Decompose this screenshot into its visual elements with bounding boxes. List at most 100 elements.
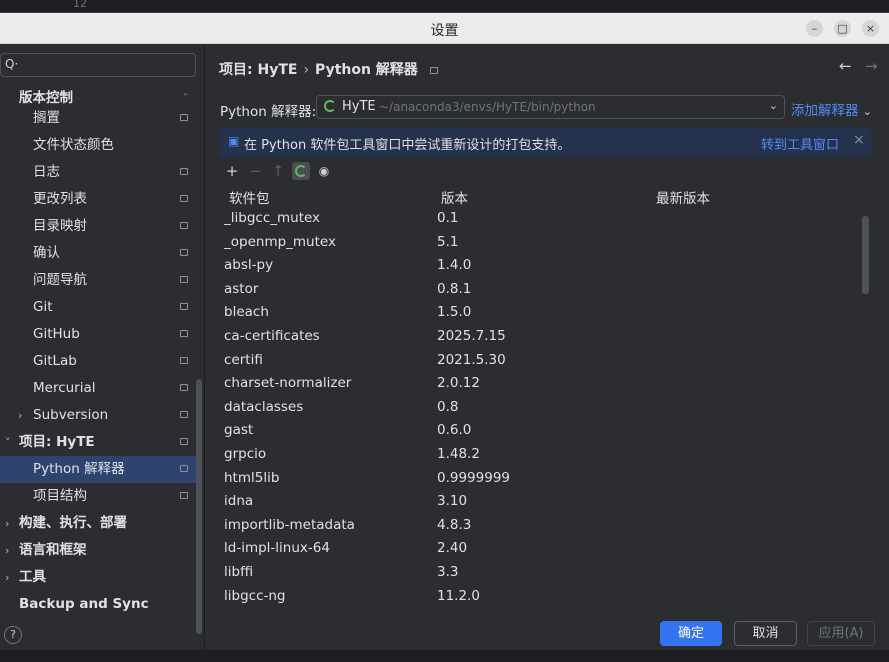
table-row[interactable]: _libgcc_mutex 0.1 xyxy=(219,208,859,232)
banner-text: 在 Python 软件包工具窗口中尝试重新设计的打包支持。 xyxy=(244,138,571,153)
chevron-right-icon: › xyxy=(18,409,23,422)
breadcrumb-separator: › xyxy=(303,62,310,78)
sidebar-item-confirmation[interactable]: 确认 xyxy=(0,240,200,267)
package-version: 5.1 xyxy=(437,233,459,250)
sidebar-item-label: 问题导航 xyxy=(33,272,87,288)
add-package-button[interactable]: + xyxy=(223,162,241,180)
sidebar-item-backup-sync[interactable]: Backup and Sync xyxy=(0,591,200,618)
sidebar-item-label: Subversion xyxy=(33,407,109,423)
sidebar-item-tools[interactable]: › 工具 xyxy=(0,564,200,591)
search-input[interactable] xyxy=(21,56,191,74)
help-button[interactable]: ? xyxy=(4,626,22,644)
interpreter-path: ~/anaconda3/envs/HyTE/bin/python xyxy=(379,100,596,114)
column-header-package[interactable]: 软件包 xyxy=(229,187,270,207)
column-header-version[interactable]: 版本 xyxy=(441,187,468,207)
sidebar-scrollbar[interactable] xyxy=(196,379,202,634)
chevron-right-icon: › xyxy=(5,544,10,557)
package-version: 3.3 xyxy=(437,564,459,580)
upgrade-package-button[interactable]: ↑ xyxy=(269,162,287,180)
pin-icon xyxy=(180,303,188,310)
eye-icon[interactable]: ◉ xyxy=(315,162,333,180)
sidebar-item-label: Backup and Sync xyxy=(19,596,149,612)
interpreter-select[interactable]: HyTE ~/anaconda3/envs/HyTE/bin/python ⌄ xyxy=(316,95,785,119)
package-name: certifi xyxy=(224,351,263,368)
sidebar-item-gitlab[interactable]: GitLab xyxy=(0,348,200,375)
table-row[interactable]: dataclasses 0.8 xyxy=(219,397,859,421)
refresh-button[interactable] xyxy=(292,162,310,180)
package-name: gast xyxy=(224,422,254,439)
table-header: 软件包 版本 最新版本 xyxy=(219,184,875,208)
sidebar-item-shelf[interactable]: 搁置 xyxy=(0,105,200,132)
sidebar-item-label: Python 解释器 xyxy=(33,461,125,477)
table-row[interactable]: gast 0.6.0 xyxy=(219,420,859,444)
info-banner: ▣ 在 Python 软件包工具窗口中尝试重新设计的打包支持。 转到工具窗口 × xyxy=(219,127,871,157)
table-row[interactable]: certifi 2021.5.30 xyxy=(219,350,859,374)
sidebar-item-changelists[interactable]: 更改列表 xyxy=(0,186,200,213)
pin-icon xyxy=(429,66,438,74)
table-row[interactable]: bleach 1.5.0 xyxy=(219,302,859,326)
go-to-tool-window-link[interactable]: 转到工具窗口 xyxy=(761,134,839,153)
ok-button[interactable]: 确定 xyxy=(660,621,722,646)
line-number: 12 xyxy=(73,0,87,10)
forward-arrow-icon[interactable]: → xyxy=(865,57,878,75)
add-interpreter-link[interactable]: 添加解释器 ⌄ xyxy=(791,99,872,119)
sidebar-item-subversion[interactable]: › Subversion xyxy=(0,402,200,429)
package-version: 2025.7.15 xyxy=(437,328,506,344)
apply-button[interactable]: 应用(A) xyxy=(807,621,875,646)
sidebar-item-label: GitLab xyxy=(33,353,77,369)
pin-icon xyxy=(180,465,188,472)
table-row[interactable]: html5lib 0.9999999 xyxy=(219,468,859,492)
package-name: astor xyxy=(224,280,259,297)
sidebar-item-project-structure[interactable]: 项目结构 xyxy=(0,483,200,510)
column-header-latest-version[interactable]: 最新版本 xyxy=(656,187,710,207)
chevron-down-icon: ⌄ xyxy=(862,105,873,118)
table-row[interactable]: importlib-metadata 4.8.3 xyxy=(219,515,859,539)
table-row[interactable]: charset-normalizer 2.0.12 xyxy=(219,373,859,397)
sidebar-item-mercurial[interactable]: Mercurial xyxy=(0,375,200,402)
sidebar-item-languages-frameworks[interactable]: › 语言和框架 xyxy=(0,537,200,564)
table-row[interactable]: _openmp_mutex 5.1 xyxy=(219,232,859,256)
sidebar-item-python-interpreter[interactable]: Python 解释器 xyxy=(0,456,200,483)
package-icon: ▣ xyxy=(228,134,240,148)
remove-package-button[interactable]: − xyxy=(246,162,264,180)
pin-icon xyxy=(180,195,188,202)
settings-search[interactable]: Q· xyxy=(0,53,196,77)
package-version: 1.5.0 xyxy=(437,304,472,321)
table-row[interactable]: absl-py 1.4.0 xyxy=(219,255,859,279)
sidebar-item-file-status-colors[interactable]: 文件状态颜色 xyxy=(0,132,200,159)
package-name: libffi xyxy=(224,564,254,580)
package-version: 2.0.12 xyxy=(437,375,480,392)
close-icon[interactable]: × xyxy=(853,132,865,148)
table-scrollbar[interactable] xyxy=(862,216,869,294)
maximize-button[interactable]: □ xyxy=(834,20,851,37)
package-table: 软件包 版本 最新版本 _libgcc_mutex 0.1 _openmp_mute… xyxy=(219,184,875,609)
sidebar-item-label: GitHub xyxy=(33,326,80,342)
table-row[interactable]: ld-impl-linux-64 2.40 xyxy=(219,538,859,562)
package-version: 11.2.0 xyxy=(437,587,480,604)
chevron-down-icon: ⌄ xyxy=(768,99,778,112)
table-row[interactable]: libffi 3.3 xyxy=(219,562,859,586)
table-row[interactable]: ca-certificates 2025.7.15 xyxy=(219,326,859,350)
minimize-button[interactable]: – xyxy=(806,20,823,37)
sidebar-item-build-execution-deployment[interactable]: › 构建、执行、部署 xyxy=(0,510,200,537)
sidebar-item-project[interactable]: ˅ 项目: HyTE xyxy=(0,429,200,456)
sidebar-item-github[interactable]: GitHub xyxy=(0,321,200,348)
pin-icon xyxy=(180,357,188,364)
table-row[interactable]: astor 0.8.1 xyxy=(219,279,859,303)
sidebar-item-git[interactable]: Git xyxy=(0,294,200,321)
table-row[interactable]: grpcio 1.48.2 xyxy=(219,444,859,468)
sidebar-item-label: Git xyxy=(33,299,53,315)
package-name: grpcio xyxy=(224,446,267,462)
sidebar-item-issue-navigation[interactable]: 问题导航 xyxy=(0,267,200,294)
table-row[interactable]: idna 3.10 xyxy=(219,491,859,515)
title-bar: 设置 – □ × xyxy=(0,13,889,44)
sidebar-item-log[interactable]: 日志 xyxy=(0,159,200,186)
cancel-button[interactable]: 取消 xyxy=(734,621,797,646)
close-button[interactable]: × xyxy=(862,20,879,37)
table-row[interactable]: libgcc-ng 11.2.0 xyxy=(219,586,859,609)
pin-icon xyxy=(180,114,188,121)
sidebar-item-directory-mappings[interactable]: 目录映射 xyxy=(0,213,200,240)
sidebar-item-label: 确认 xyxy=(33,245,60,261)
back-arrow-icon[interactable]: ← xyxy=(839,57,852,75)
breadcrumb: 项目: HyTE › Python 解释器 xyxy=(219,59,438,79)
